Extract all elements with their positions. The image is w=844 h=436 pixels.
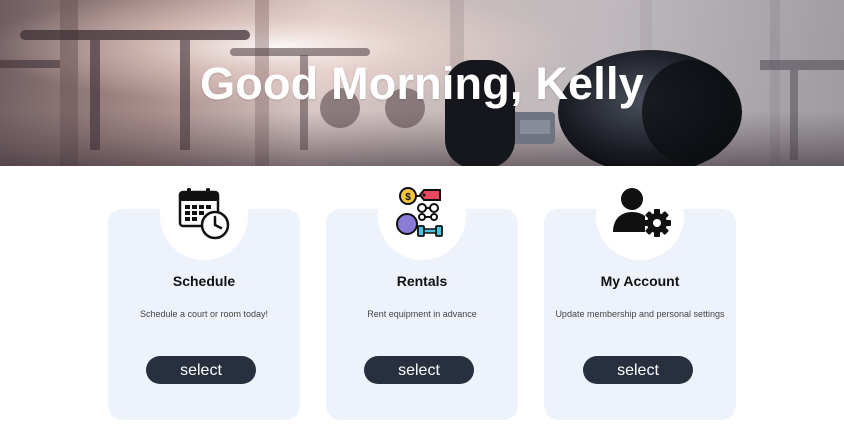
svg-text:$: $ [405,192,411,203]
equipment-rental-icon: $ [396,187,443,237]
schedule-select-button[interactable]: select [146,356,256,384]
schedule-card-title: Schedule [172,273,236,289]
user-settings-icon [613,188,671,237]
hero-banner: Good Morning, Kelly [0,0,844,166]
rentals-card-title: Rentals [396,273,448,289]
rentals-select-button[interactable]: select [364,356,474,384]
rentals-card-description: Rent equipment in advance [367,309,477,319]
my-account-card-description: Update membership and personal settings [555,309,725,319]
greeting-title: Good Morning, Kelly [200,58,644,109]
my-account-select-button[interactable]: select [583,356,693,384]
schedule-card-description: Schedule a court or room today! [139,309,269,319]
calendar-clock-icon [178,188,230,240]
page: Good Morning, Kelly Schedule Schedule a … [0,0,844,436]
my-account-card-title: My Account [600,273,680,289]
